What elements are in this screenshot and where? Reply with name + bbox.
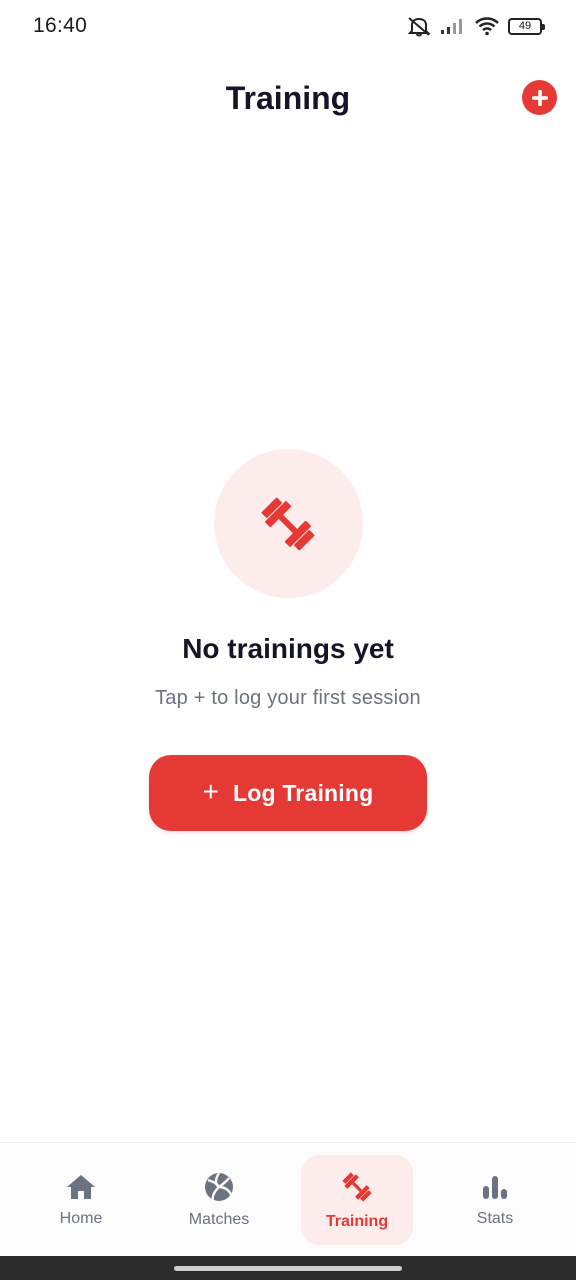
- nav-item-home[interactable]: Home: [25, 1155, 137, 1245]
- nav-item-matches[interactable]: Matches: [163, 1155, 275, 1245]
- wifi-icon: [474, 16, 500, 36]
- nav-item-stats[interactable]: Stats: [439, 1155, 551, 1245]
- bottom-nav: Home Matches Training Stats: [0, 1142, 576, 1256]
- signal-icon: [440, 17, 466, 35]
- empty-state: No trainings yet Tap + to log your first…: [0, 449, 576, 831]
- system-nav-bar: [0, 1256, 576, 1280]
- empty-state-illustration: [213, 449, 363, 598]
- nav-item-training[interactable]: Training: [301, 1154, 413, 1245]
- plus-icon: +: [202, 775, 219, 807]
- battery-level: 49: [518, 19, 532, 32]
- battery-icon: 49: [508, 17, 545, 35]
- empty-state-subtitle: Tap + to log your first session: [155, 687, 421, 709]
- app-header: Training: [0, 60, 576, 136]
- plus-icon: [531, 89, 548, 106]
- dumbbell-icon: [342, 1172, 372, 1201]
- training-screen: 16:40 49 Training No trainings yet Tap +…: [0, 0, 576, 1280]
- log-training-button[interactable]: + Log Training: [149, 755, 427, 831]
- dumbbell-icon: [261, 497, 315, 550]
- nav-label-stats: Stats: [476, 1209, 514, 1227]
- home-indicator[interactable]: [174, 1265, 402, 1271]
- status-icons: 49: [406, 15, 545, 37]
- volleyball-icon: [205, 1171, 233, 1201]
- mute-icon: [406, 15, 432, 37]
- status-bar: 16:40 49: [0, 0, 576, 52]
- nav-label-home: Home: [59, 1209, 103, 1227]
- log-training-label: Log Training: [232, 779, 374, 806]
- bar-chart-icon: [483, 1175, 507, 1199]
- home-icon: [67, 1174, 95, 1199]
- empty-state-title: No trainings yet: [182, 633, 394, 664]
- nav-label-training: Training: [325, 1212, 389, 1230]
- add-training-button[interactable]: [522, 80, 557, 115]
- nav-label-matches: Matches: [188, 1210, 250, 1228]
- page-title: Training: [225, 79, 351, 116]
- status-time: 16:40: [33, 14, 88, 37]
